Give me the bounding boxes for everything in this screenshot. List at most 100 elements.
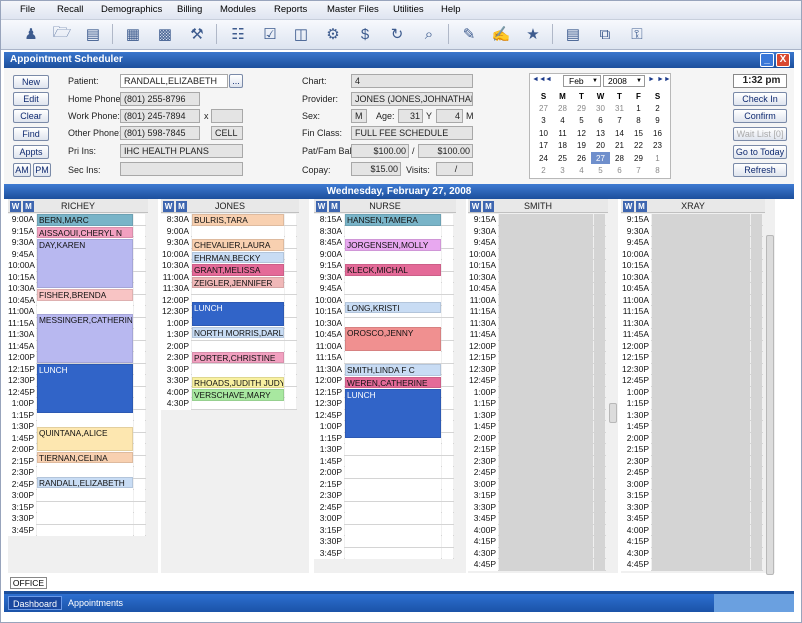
- menu-utilities[interactable]: Utilities: [393, 4, 424, 15]
- menu-demographics[interactable]: Demographics: [101, 4, 162, 15]
- calendar-day[interactable]: 8: [629, 115, 648, 127]
- time-slot-extra[interactable]: [134, 306, 145, 317]
- time-slot[interactable]: [652, 478, 750, 490]
- patient-lookup-button[interactable]: ...: [229, 74, 243, 88]
- time-slot[interactable]: [652, 467, 750, 478]
- time-slot-extra[interactable]: [594, 547, 605, 559]
- time-slot-extra[interactable]: [594, 409, 605, 421]
- calendar-day[interactable]: 9: [648, 115, 667, 127]
- sec-ins-field[interactable]: [120, 162, 243, 176]
- time-slot-extra[interactable]: [285, 283, 296, 294]
- time-slot-extra[interactable]: [594, 386, 605, 398]
- other-phone-type-field[interactable]: CELL: [211, 126, 243, 140]
- time-slot-extra[interactable]: [594, 559, 605, 570]
- menu-file[interactable]: File: [20, 4, 35, 15]
- appointment[interactable]: PORTER,CHRISTINE: [192, 351, 284, 363]
- time-slot-extra[interactable]: [285, 294, 296, 306]
- time-slot[interactable]: [499, 283, 593, 294]
- time-slot-extra[interactable]: [594, 524, 605, 536]
- time-slot[interactable]: [652, 547, 750, 559]
- calendar-day[interactable]: 4: [572, 164, 591, 176]
- calendar-day[interactable]: 26: [572, 152, 591, 164]
- time-slot-extra[interactable]: [442, 432, 453, 444]
- tab-office[interactable]: OFFICE: [10, 577, 47, 589]
- pri-ins-field[interactable]: IHC HEALTH PLANS: [120, 144, 243, 158]
- calendar-day[interactable]: 15: [629, 127, 648, 139]
- time-slot-extra[interactable]: [751, 271, 762, 283]
- calendar-day[interactable]: 7: [629, 164, 648, 176]
- time-slot-extra[interactable]: [751, 513, 762, 524]
- time-slot-extra[interactable]: [594, 225, 605, 237]
- time-slot-extra[interactable]: [751, 386, 762, 398]
- calendar-day[interactable]: 23: [648, 140, 667, 152]
- time-slot-extra[interactable]: [594, 421, 605, 432]
- time-slot[interactable]: [652, 283, 750, 294]
- time-slot-extra[interactable]: [134, 283, 145, 294]
- time-slot[interactable]: [652, 352, 750, 363]
- time-slot[interactable]: [345, 352, 441, 363]
- time-slot[interactable]: [499, 501, 593, 513]
- document-icon[interactable]: ▤: [81, 22, 105, 46]
- fam-balance-field[interactable]: $100.00: [418, 144, 473, 158]
- calendar-prev-button[interactable]: ◄: [545, 76, 552, 83]
- time-slot-extra[interactable]: [134, 455, 145, 467]
- time-slot[interactable]: [652, 421, 750, 432]
- month-view-button[interactable]: M: [483, 201, 494, 212]
- month-view-button[interactable]: M: [176, 201, 187, 212]
- time-slot-extra[interactable]: [134, 271, 145, 283]
- column-scrollbar[interactable]: [608, 213, 618, 573]
- time-slot-extra[interactable]: [134, 398, 145, 409]
- calendar-day[interactable]: 1: [629, 102, 648, 114]
- time-slot-extra[interactable]: [594, 340, 605, 352]
- appointment[interactable]: VERSCHAVE,MARY: [192, 389, 284, 401]
- calendar-first-button[interactable]: ◄◄: [532, 76, 546, 83]
- week-view-button[interactable]: W: [316, 201, 327, 212]
- time-slot-extra[interactable]: [594, 444, 605, 455]
- menu-help[interactable]: Help: [441, 4, 461, 15]
- time-slot[interactable]: [499, 306, 593, 317]
- time-slot-extra[interactable]: [442, 352, 453, 363]
- taskbar-appointments[interactable]: Appointments: [64, 596, 127, 610]
- time-slot[interactable]: [652, 409, 750, 421]
- time-slot[interactable]: [192, 363, 284, 375]
- time-slot-extra[interactable]: [594, 536, 605, 547]
- menu-recall[interactable]: Recall: [57, 4, 83, 15]
- appointment[interactable]: NORTH MORRIS,DARLINE: [192, 326, 284, 338]
- time-slot-extra[interactable]: [594, 455, 605, 467]
- time-slot-extra[interactable]: [442, 306, 453, 317]
- time-slot-extra[interactable]: [442, 260, 453, 271]
- menu-billing[interactable]: Billing: [177, 4, 202, 15]
- calendar-day[interactable]: 28: [553, 102, 572, 114]
- time-slot-extra[interactable]: [285, 375, 296, 386]
- time-slot-extra[interactable]: [442, 329, 453, 340]
- bar-chart-icon[interactable]: ▤: [561, 22, 585, 46]
- check-in-button[interactable]: Check In: [733, 92, 787, 106]
- time-slot[interactable]: [345, 501, 441, 513]
- time-slot[interactable]: [345, 467, 441, 478]
- time-slot[interactable]: [499, 513, 593, 524]
- time-slot-extra[interactable]: [134, 248, 145, 260]
- time-slot-extra[interactable]: [751, 363, 762, 375]
- time-slot-extra[interactable]: [751, 524, 762, 536]
- time-slot[interactable]: [652, 329, 750, 340]
- appointment[interactable]: OROSCO,JENNY: [345, 326, 441, 351]
- time-slot-extra[interactable]: [285, 352, 296, 363]
- time-slot[interactable]: [499, 375, 593, 386]
- time-slot-extra[interactable]: [134, 409, 145, 421]
- time-slot-extra[interactable]: [442, 271, 453, 283]
- time-slot-extra[interactable]: [134, 260, 145, 271]
- key-icon[interactable]: ⚿: [625, 22, 649, 46]
- time-slot-extra[interactable]: [751, 225, 762, 237]
- appointment[interactable]: BERN,MARC: [37, 214, 133, 226]
- calendar-day[interactable]: 22: [629, 140, 648, 152]
- calendar-day[interactable]: 28: [610, 152, 629, 164]
- time-slot-extra[interactable]: [594, 248, 605, 260]
- dollar-icon[interactable]: $: [353, 22, 377, 46]
- appointment[interactable]: EHRMAN,BECKY: [192, 251, 284, 263]
- time-slot[interactable]: [652, 317, 750, 329]
- window-icon[interactable]: ⧉: [593, 22, 617, 46]
- time-slot-extra[interactable]: [594, 317, 605, 329]
- calendar-day[interactable]: 5: [572, 115, 591, 127]
- calendar-day[interactable]: 16: [648, 127, 667, 139]
- time-slot-extra[interactable]: [285, 214, 296, 225]
